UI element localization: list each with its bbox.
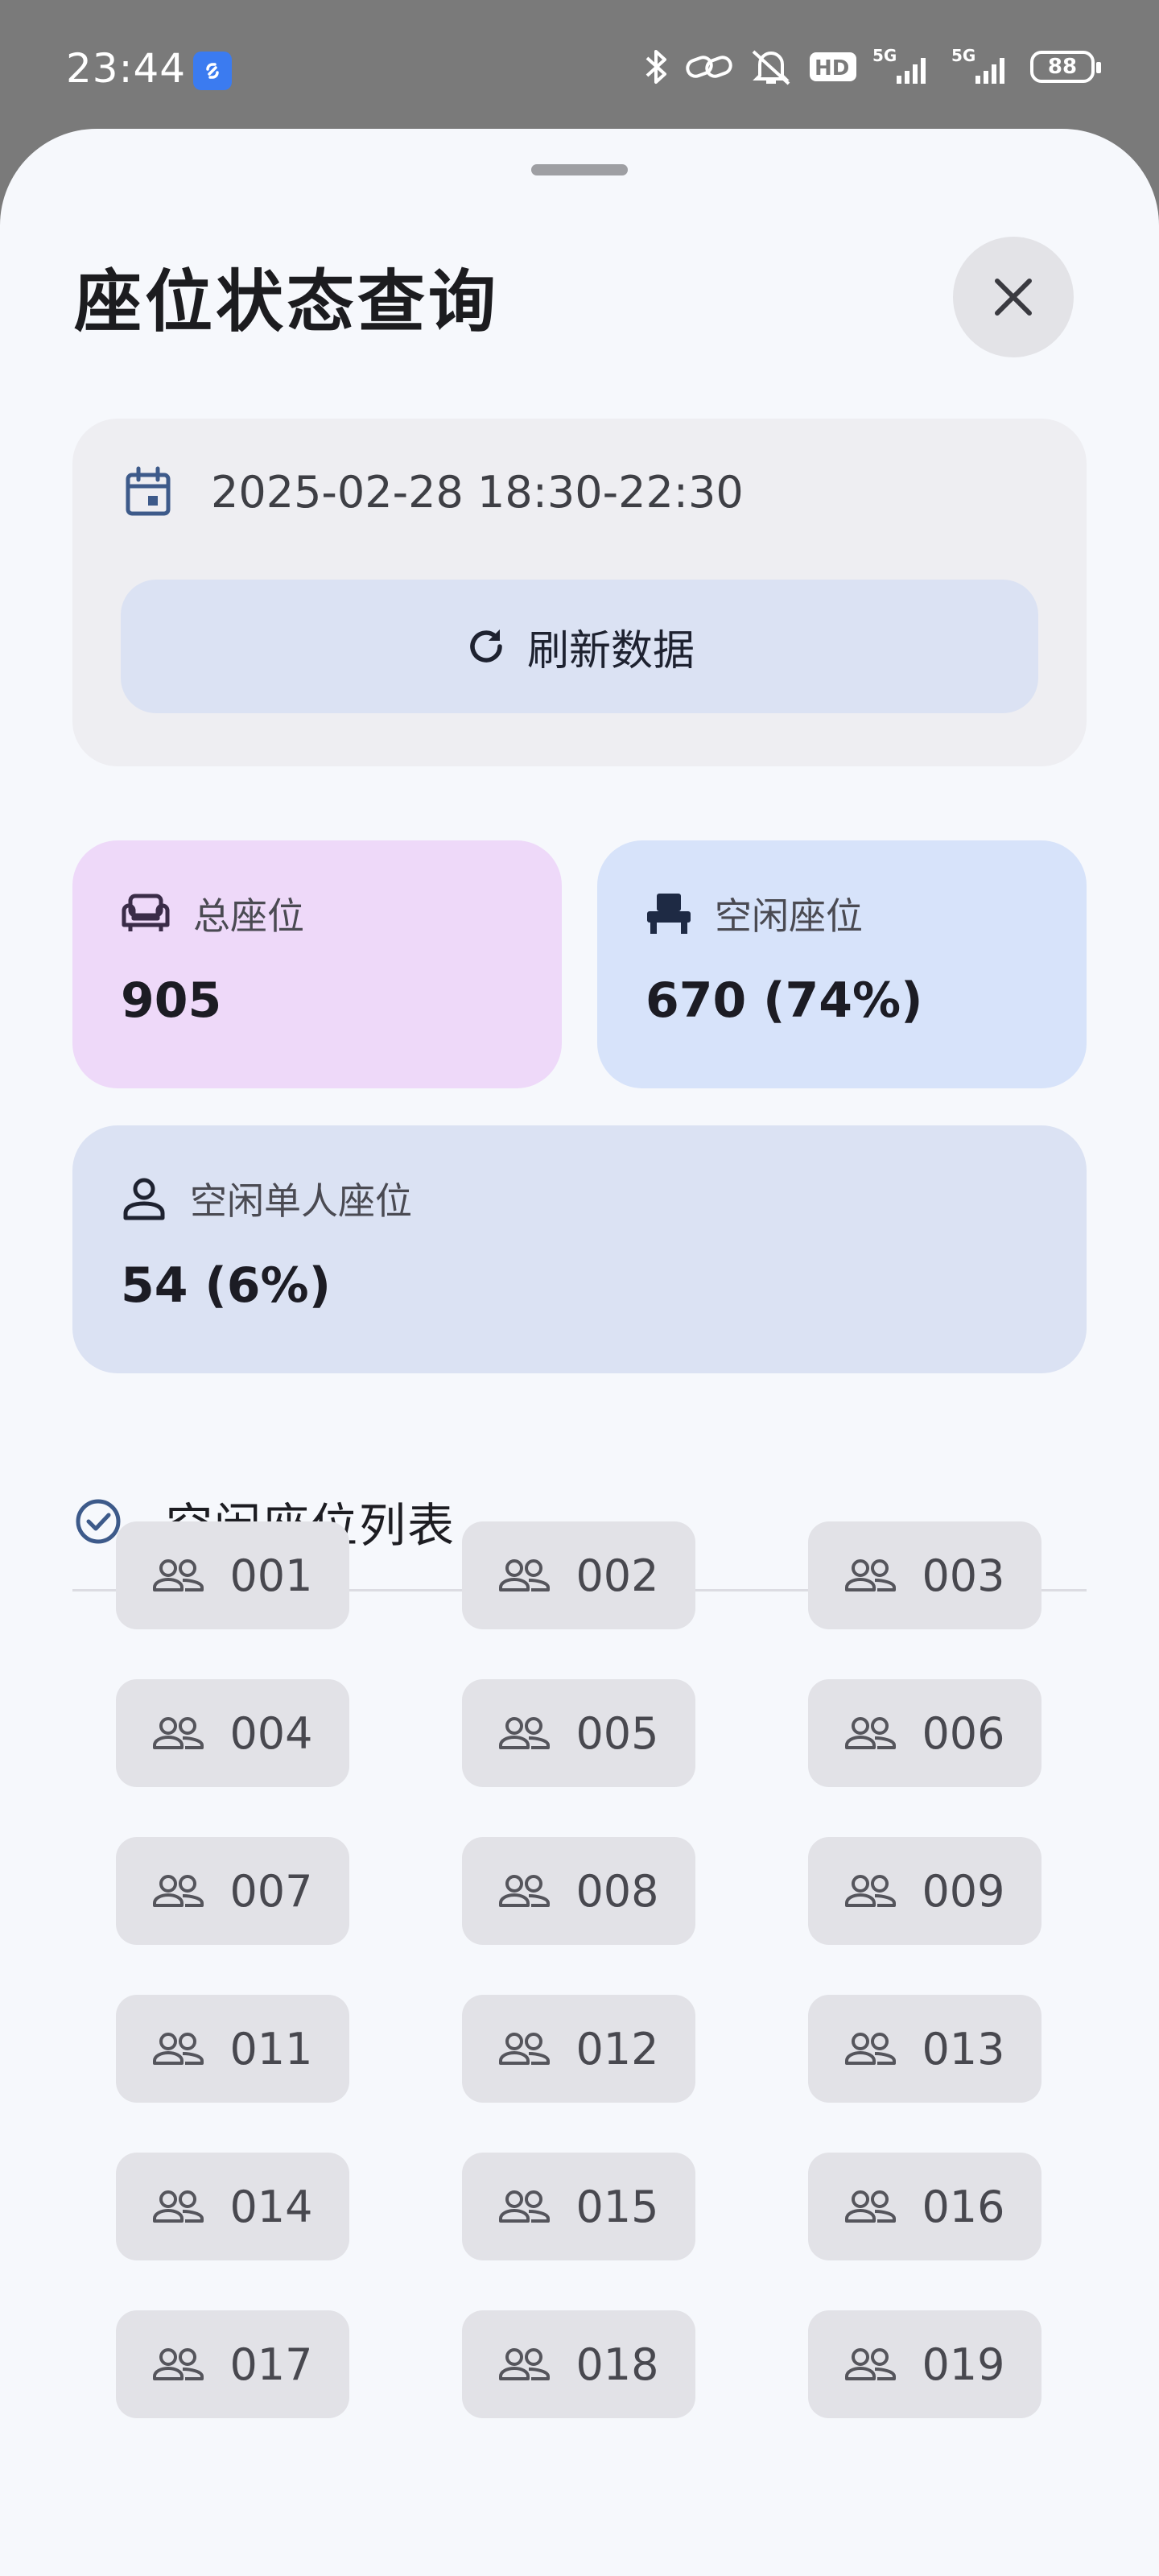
seat-number: 004 (229, 1707, 313, 1759)
seat-chip[interactable]: 015 (462, 2153, 695, 2260)
person-icon (123, 1178, 165, 1220)
hd-icon: HD (810, 52, 856, 81)
seat-chip[interactable]: 009 (808, 1837, 1041, 1945)
group-icon (845, 2348, 897, 2380)
seat-chip[interactable]: 007 (116, 1837, 349, 1945)
seat-number: 001 (229, 1550, 313, 1601)
seat-chip[interactable]: 017 (116, 2310, 349, 2418)
calendar-icon (126, 466, 171, 516)
check-circle-icon (76, 1499, 121, 1544)
svg-text:5G: 5G (951, 47, 975, 65)
seat-number: 014 (229, 2181, 313, 2232)
seat-chip[interactable]: 012 (462, 1995, 695, 2103)
status-time: 23:44 (66, 45, 187, 92)
datetime-range: 2025-02-28 18:30-22:30 (211, 466, 744, 518)
group-icon (499, 2190, 551, 2223)
refresh-button[interactable]: 刷新数据 (121, 580, 1038, 713)
total-seats-card: 总座位 905 (72, 840, 562, 1088)
signal-5g-icon: 5G (951, 47, 1004, 84)
group-icon (153, 1717, 204, 1749)
seat-number: 005 (575, 1707, 659, 1759)
date-row[interactable]: 2025-02-28 18:30-22:30 (124, 465, 744, 518)
total-seats-value: 905 (121, 972, 222, 1029)
seat-number: 013 (922, 2023, 1005, 2074)
group-icon (153, 2033, 204, 2065)
refresh-label: 刷新数据 (526, 626, 695, 675)
seat-number: 016 (922, 2181, 1005, 2232)
seat-chip[interactable]: 019 (808, 2310, 1041, 2418)
seat-number: 009 (922, 1865, 1005, 1917)
seat-chip[interactable]: 004 (116, 1679, 349, 1787)
drag-handle[interactable] (531, 164, 628, 175)
free-seats-label: 空闲座位 (715, 894, 863, 938)
time-filter-card: 2025-02-28 18:30-22:30 刷新数据 (72, 419, 1087, 766)
free-single-seats-card: 空闲单人座位 54 (6%) (72, 1125, 1087, 1373)
group-icon (845, 2033, 897, 2065)
seat-chip[interactable]: 005 (462, 1679, 695, 1787)
seat-number: 017 (229, 2339, 313, 2390)
group-icon (499, 2348, 551, 2380)
seat-chip[interactable]: 001 (116, 1521, 349, 1629)
seat-chip[interactable]: 008 (462, 1837, 695, 1945)
svg-text:5G: 5G (872, 47, 897, 65)
seat-number: 015 (575, 2181, 659, 2232)
refresh-icon (470, 630, 502, 663)
seat-number: 018 (575, 2339, 659, 2390)
group-icon (845, 2190, 897, 2223)
app-notification-icon (193, 52, 232, 90)
seat-number: 008 (575, 1865, 659, 1917)
seat-number: 003 (922, 1550, 1005, 1601)
free-single-seats-label: 空闲单人座位 (190, 1179, 412, 1223)
group-icon (499, 1717, 551, 1749)
group-icon (153, 1559, 204, 1591)
seat-chip[interactable]: 003 (808, 1521, 1041, 1629)
seat-chip[interactable]: 002 (462, 1521, 695, 1629)
silent-icon (752, 50, 790, 85)
group-icon (499, 1559, 551, 1591)
group-icon (153, 2190, 204, 2223)
close-button[interactable] (953, 237, 1074, 357)
group-icon (845, 1875, 897, 1907)
group-icon (153, 2348, 204, 2380)
seat-chip[interactable]: 011 (116, 1995, 349, 2103)
seat-chip[interactable]: 016 (808, 2153, 1041, 2260)
seat-chip[interactable]: 018 (462, 2310, 695, 2418)
status-bar: 23:44 HD 5G 5G 88 (0, 0, 1159, 137)
seat-number: 019 (922, 2339, 1005, 2390)
sofa-icon (122, 894, 170, 931)
group-icon (499, 2033, 551, 2065)
seat-number: 002 (575, 1550, 659, 1601)
group-icon (153, 1875, 204, 1907)
free-seats-value: 670 (74%) (645, 972, 923, 1029)
close-icon (995, 279, 1032, 316)
svg-text:HD: HD (815, 56, 849, 80)
seat-chip[interactable]: 013 (808, 1995, 1041, 2103)
seat-chip[interactable]: 006 (808, 1679, 1041, 1787)
chair-icon (647, 894, 691, 934)
total-seats-label: 总座位 (193, 894, 304, 938)
seat-number: 012 (575, 2023, 659, 2074)
seat-chip[interactable]: 014 (116, 2153, 349, 2260)
battery-indicator: 88 (1030, 51, 1101, 83)
bluetooth-icon (645, 50, 666, 84)
free-seats-card: 空闲座位 670 (74%) (597, 840, 1087, 1088)
seat-number: 007 (229, 1865, 313, 1917)
seat-number: 006 (922, 1707, 1005, 1759)
signal-5g-icon: 5G (872, 47, 926, 84)
group-icon (499, 1875, 551, 1907)
bottom-sheet: 座位状态查询 2025-02-28 18:30-22:30 刷新数据 总座位 9… (0, 129, 1159, 2576)
group-icon (845, 1717, 897, 1749)
free-single-seats-value: 54 (6%) (121, 1257, 332, 1314)
link-icon (686, 56, 732, 78)
seat-number: 011 (229, 2023, 313, 2074)
page-title: 座位状态查询 (74, 262, 500, 341)
group-icon (845, 1559, 897, 1591)
